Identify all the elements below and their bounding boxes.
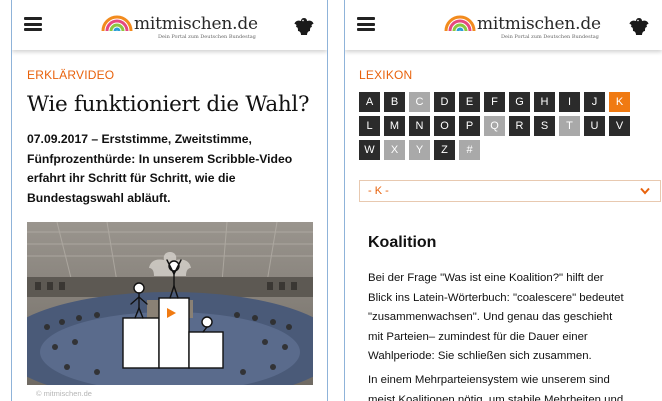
- hamburger-menu-icon[interactable]: [357, 17, 375, 31]
- alphabet-letter-g[interactable]: G: [509, 92, 530, 112]
- bundestag-eagle-icon: [629, 18, 649, 35]
- alphabet-letter-q[interactable]: Q: [484, 116, 505, 136]
- alphabet-letter-e[interactable]: E: [459, 92, 480, 112]
- phone-screen-video: mitmischen.de Dein Portal zum Deutschen …: [11, 0, 328, 401]
- paragraph-line: "zusammenwachsen". Und genau das geschie…: [368, 311, 613, 324]
- alphabet-letter-t[interactable]: T: [559, 116, 580, 136]
- site-logo[interactable]: mitmischen.de Dein Portal zum Deutschen …: [100, 9, 258, 41]
- header-bar: mitmischen.de Dein Portal zum Deutschen …: [12, 0, 327, 50]
- teaser-line: erfahrt ihr Schritt für Schritt, wie die: [27, 171, 236, 185]
- rainbow-logo-icon: [101, 15, 133, 32]
- alphabet-letter-p[interactable]: P: [459, 116, 480, 136]
- letter-select[interactable]: - K -: [359, 180, 661, 202]
- alphabet-letter-z[interactable]: Z: [434, 140, 455, 160]
- phone-screen-lexikon: mitmischen.de Dein Portal zum Deutschen …: [344, 0, 662, 401]
- alphabet-letter-w[interactable]: W: [359, 140, 380, 160]
- site-logo[interactable]: mitmischen.de Dein Portal zum Deutschen …: [443, 9, 601, 41]
- paragraph-line: Wahlperiode: Sie schließen sich zusammen…: [368, 350, 592, 363]
- section-kicker: ERKLÄRVIDEO: [27, 68, 115, 82]
- alphabet-letter-u[interactable]: U: [584, 116, 605, 136]
- alphabet-letter-k[interactable]: K: [609, 92, 630, 112]
- chevron-down-icon: [640, 187, 650, 195]
- hamburger-menu-icon[interactable]: [24, 17, 42, 31]
- teaser-line: Bundestagswahl abläuft.: [27, 190, 171, 205]
- alphabet-letter-l[interactable]: L: [359, 116, 380, 136]
- header-bar: mitmischen.de Dein Portal zum Deutschen …: [345, 0, 662, 50]
- paragraph-line: Blick ins Latein-Wörterbuch: "coalescere…: [368, 291, 624, 304]
- paragraph-line: meist Koalitionen nötig, um stabile Mehr…: [368, 393, 624, 401]
- teaser-line: 07.09.2017 – Erststimme, Zweitstimme,: [27, 132, 252, 146]
- alphabet-letter-i[interactable]: I: [559, 92, 580, 112]
- alphabet-letter-v[interactable]: V: [609, 116, 630, 136]
- video-thumbnail[interactable]: [27, 222, 313, 385]
- alphabet-letter-y[interactable]: Y: [409, 140, 430, 160]
- select-value: - K -: [368, 185, 389, 197]
- copyright-note: © mitmischen.de: [36, 389, 92, 398]
- alphabet-letter-b[interactable]: B: [384, 92, 405, 112]
- logo-text: mitmischen.de: [134, 14, 258, 34]
- alphabet-letter-hash[interactable]: #: [459, 140, 480, 160]
- alphabet-letter-j[interactable]: J: [584, 92, 605, 112]
- paragraph-line: mit Parteien– zumindest für die Dauer ei…: [368, 330, 588, 343]
- alphabet-letter-f[interactable]: F: [484, 92, 505, 112]
- logo-subtitle: Dein Portal zum Deutschen Bundestag: [158, 34, 256, 40]
- alphabet-letter-r[interactable]: R: [509, 116, 530, 136]
- alphabet-letter-a[interactable]: A: [359, 92, 380, 112]
- alphabet-letter-h[interactable]: H: [534, 92, 555, 112]
- section-kicker: LEXIKON: [359, 68, 413, 82]
- logo-text: mitmischen.de: [477, 14, 601, 34]
- paragraph-line: In einem Mehrparteiensystem wie unserem …: [368, 374, 610, 386]
- alphabet-letter-m[interactable]: M: [384, 116, 405, 136]
- teaser-line: Fünfprozenthürde: In unserem Scribble-Vi…: [27, 151, 293, 166]
- entry-title: Koalition: [368, 234, 437, 251]
- entry-paragraph: Bei der Frage "Was ist eine Koalition?" …: [368, 269, 658, 367]
- bundestag-eagle-icon: [294, 18, 314, 35]
- paragraph-line: Bei der Frage "Was ist eine Koalition?" …: [368, 272, 604, 284]
- alphabet-letter-x[interactable]: X: [384, 140, 405, 160]
- article-teaser: 07.09.2017 – Erststimme, Zweitstimme, Fü…: [27, 130, 317, 208]
- alphabet-letter-o[interactable]: O: [434, 116, 455, 136]
- alphabet-letter-d[interactable]: D: [434, 92, 455, 112]
- entry-paragraph: In einem Mehrparteiensystem wie unserem …: [368, 371, 658, 401]
- plenary-hall-scene: [27, 222, 313, 385]
- rainbow-logo-icon: [444, 15, 476, 32]
- alphabet-letter-c[interactable]: C: [409, 92, 430, 112]
- logo-subtitle: Dein Portal zum Deutschen Bundestag: [501, 34, 599, 40]
- article-headline: Wie funktioniert die Wahl?: [27, 92, 310, 117]
- alphabet-letter-s[interactable]: S: [534, 116, 555, 136]
- alphabet-letter-n[interactable]: N: [409, 116, 430, 136]
